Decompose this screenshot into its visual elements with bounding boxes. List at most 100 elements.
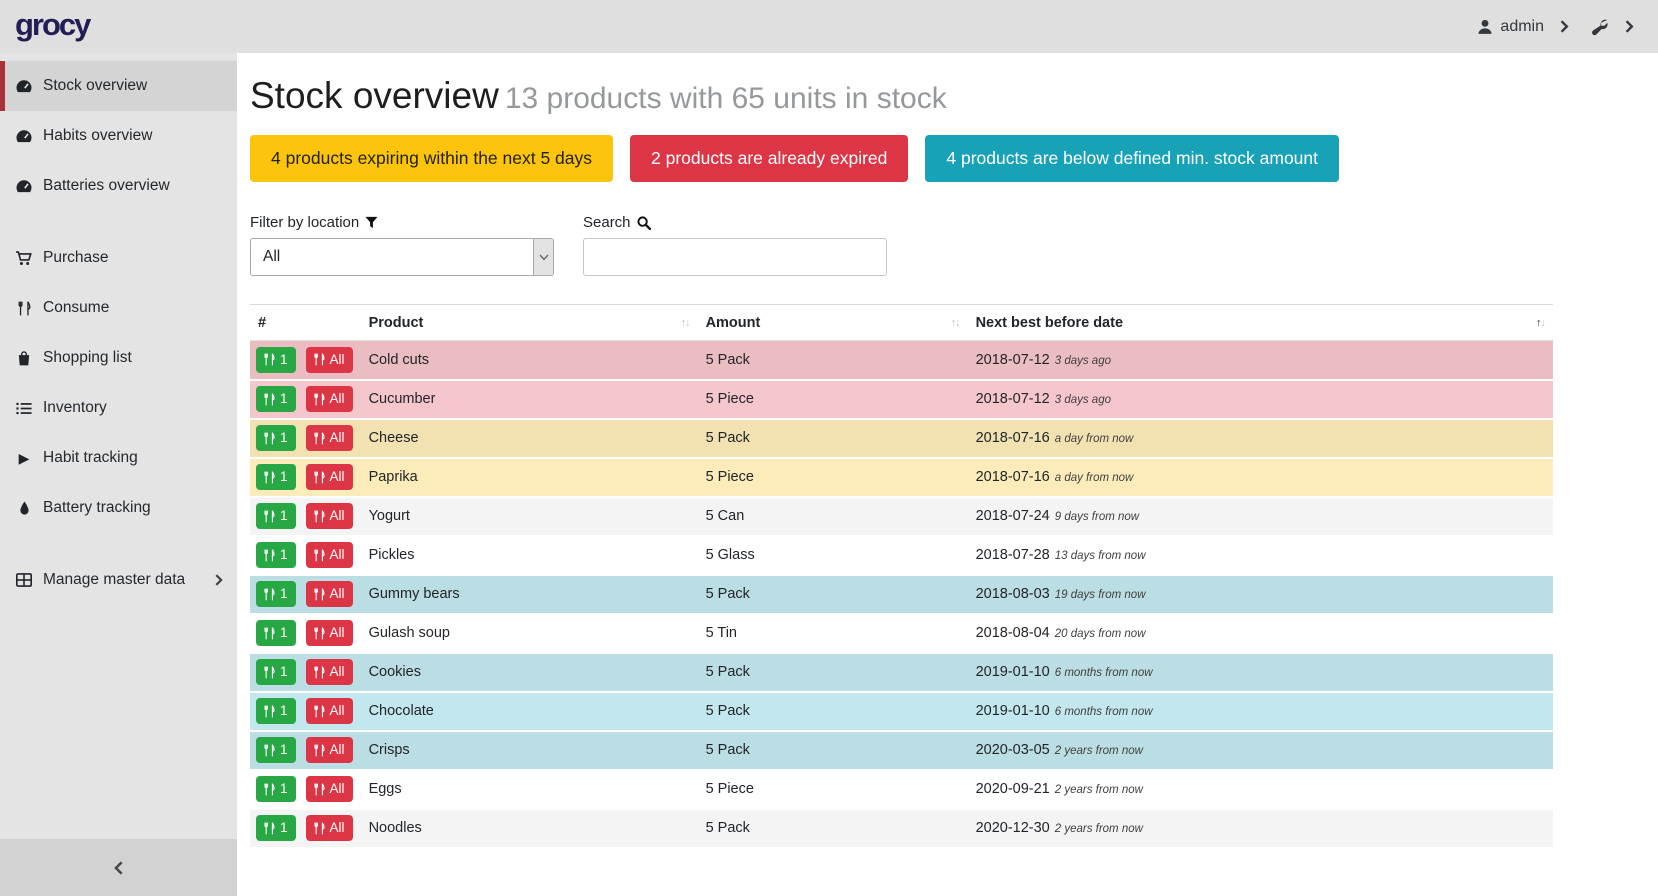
sidebar-item-stock-overview[interactable]: Stock overview — [0, 61, 237, 111]
status-alerts: 4 products expiring within the next 5 da… — [250, 135, 1553, 182]
sidebar-item-inventory[interactable]: Inventory — [0, 383, 237, 433]
search-label: Search — [583, 214, 887, 231]
sidebar-collapse-button[interactable] — [0, 839, 237, 896]
consume-one-button[interactable]: 1 — [256, 737, 296, 763]
user-menu[interactable]: admin — [1477, 18, 1544, 36]
consume-one-button[interactable]: 1 — [256, 425, 296, 451]
consume-one-button[interactable]: 1 — [256, 620, 296, 646]
expiring-products-button[interactable]: 4 products expiring within the next 5 da… — [250, 135, 613, 182]
utensils-icon — [314, 432, 325, 445]
user-menu-chevron-icon[interactable] — [1560, 20, 1569, 33]
gauge-icon — [14, 129, 34, 144]
consume-one-button[interactable]: 1 — [256, 347, 296, 373]
row-actions: 1 All — [250, 692, 361, 731]
consume-all-button[interactable]: All — [306, 659, 353, 685]
row-date: 2018-07-16 — [976, 469, 1050, 485]
row-timeago: 20 days from now — [1055, 628, 1146, 640]
row-product: Cheese — [361, 419, 698, 458]
row-best-before: 2019-01-106 months from now — [968, 692, 1553, 731]
column-header-amount-label: Amount — [706, 315, 761, 331]
utensils-icon — [314, 666, 325, 679]
sidebar-item-habits-overview[interactable]: Habits overview — [0, 111, 237, 161]
app-logo[interactable]: grocy — [0, 7, 89, 47]
row-date: 2018-08-03 — [976, 586, 1050, 602]
utensils-icon — [264, 432, 275, 445]
row-date: 2019-01-10 — [976, 703, 1050, 719]
consume-one-button[interactable]: 1 — [256, 698, 296, 724]
chevron-left-icon — [114, 861, 123, 875]
consume-all-button[interactable]: All — [306, 698, 353, 724]
consume-one-button[interactable]: 1 — [256, 659, 296, 685]
consume-all-button[interactable]: All — [306, 815, 353, 841]
consume-all-button[interactable]: All — [306, 503, 353, 529]
location-filter-label-text: Filter by location — [250, 214, 359, 231]
consume-one-label: 1 — [280, 548, 288, 562]
consume-one-button[interactable]: 1 — [256, 386, 296, 412]
list-icon — [14, 402, 34, 415]
row-date: 2018-08-04 — [976, 625, 1050, 641]
row-product: Cucumber — [361, 380, 698, 419]
consume-one-button[interactable]: 1 — [256, 581, 296, 607]
row-best-before: 2018-07-16a day from now — [968, 419, 1553, 458]
sort-icon[interactable]: ↑↓ — [951, 317, 960, 329]
consume-all-label: All — [330, 353, 345, 367]
sidebar-item-consume[interactable]: Consume — [0, 283, 237, 333]
sidebar-nav: Stock overview Habits overview Batteries… — [0, 53, 237, 605]
column-header-best-before[interactable]: Next best before date ↑↓ — [968, 305, 1553, 341]
expired-products-button[interactable]: 2 products are already expired — [630, 135, 908, 182]
location-select[interactable]: All — [250, 238, 554, 276]
consume-one-button[interactable]: 1 — [256, 464, 296, 490]
consume-all-button[interactable]: All — [306, 581, 353, 607]
sort-icon[interactable]: ↑↓ — [681, 317, 690, 329]
consume-one-button[interactable]: 1 — [256, 503, 296, 529]
consume-all-label: All — [330, 665, 345, 679]
sidebar-item-label: Consume — [43, 299, 109, 317]
column-header-product[interactable]: Product↑↓ — [361, 305, 698, 341]
consume-all-button[interactable]: All — [306, 347, 353, 373]
sidebar-item-batteries-overview[interactable]: Batteries overview — [0, 161, 237, 211]
wrench-icon[interactable] — [1591, 18, 1609, 36]
table-row: 1 All Noodles 5 Pack 2020-12-302 years f… — [250, 809, 1553, 848]
sidebar-item-shopping-list[interactable]: Shopping list — [0, 333, 237, 383]
row-date: 2020-09-21 — [976, 781, 1050, 797]
consume-all-button[interactable]: All — [306, 386, 353, 412]
sidebar-item-label: Batteries overview — [43, 177, 170, 195]
row-date: 2018-07-24 — [976, 508, 1050, 524]
sort-icon[interactable]: ↑↓ — [1536, 317, 1545, 329]
consume-one-label: 1 — [280, 353, 288, 367]
consume-one-label: 1 — [280, 665, 288, 679]
consume-all-label: All — [330, 782, 345, 796]
sidebar-item-habit-tracking[interactable]: ▶ Habit tracking — [0, 433, 237, 483]
settings-menu-chevron-icon[interactable] — [1625, 20, 1634, 33]
consume-one-button[interactable]: 1 — [256, 815, 296, 841]
column-header-best-before-label: Next best before date — [976, 315, 1123, 331]
topbar-right: admin — [1477, 18, 1658, 36]
consume-all-button[interactable]: All — [306, 776, 353, 802]
below-min-stock-button[interactable]: 4 products are below defined min. stock … — [925, 135, 1339, 182]
consume-one-button[interactable]: 1 — [256, 776, 296, 802]
utensils-icon — [314, 744, 325, 757]
filter-icon — [365, 216, 378, 229]
row-amount: 5 Pack — [698, 653, 968, 692]
search-input[interactable] — [583, 238, 887, 276]
location-filter-label: Filter by location — [250, 214, 554, 231]
utensils-icon — [314, 783, 325, 796]
sidebar-item-purchase[interactable]: Purchase — [0, 233, 237, 283]
search-group: Search — [583, 214, 887, 276]
column-header-amount[interactable]: Amount ↑↓ — [698, 305, 968, 341]
sidebar-item-battery-tracking[interactable]: Battery tracking — [0, 483, 237, 533]
sidebar-item-manage-master-data[interactable]: Manage master data — [0, 555, 237, 605]
row-actions: 1 All — [250, 770, 361, 809]
gauge-icon — [14, 179, 34, 194]
row-actions: 1 All — [250, 653, 361, 692]
row-best-before: 2020-12-302 years from now — [968, 809, 1553, 848]
consume-all-button[interactable]: All — [306, 464, 353, 490]
consume-all-button[interactable]: All — [306, 737, 353, 763]
consume-all-button[interactable]: All — [306, 542, 353, 568]
consume-all-button[interactable]: All — [306, 425, 353, 451]
table-row: 1 All Yogurt 5 Can 2018-07-249 days from… — [250, 497, 1553, 536]
consume-all-button[interactable]: All — [306, 620, 353, 646]
consume-one-button[interactable]: 1 — [256, 542, 296, 568]
row-best-before: 2019-01-106 months from now — [968, 653, 1553, 692]
consume-all-label: All — [330, 626, 345, 640]
